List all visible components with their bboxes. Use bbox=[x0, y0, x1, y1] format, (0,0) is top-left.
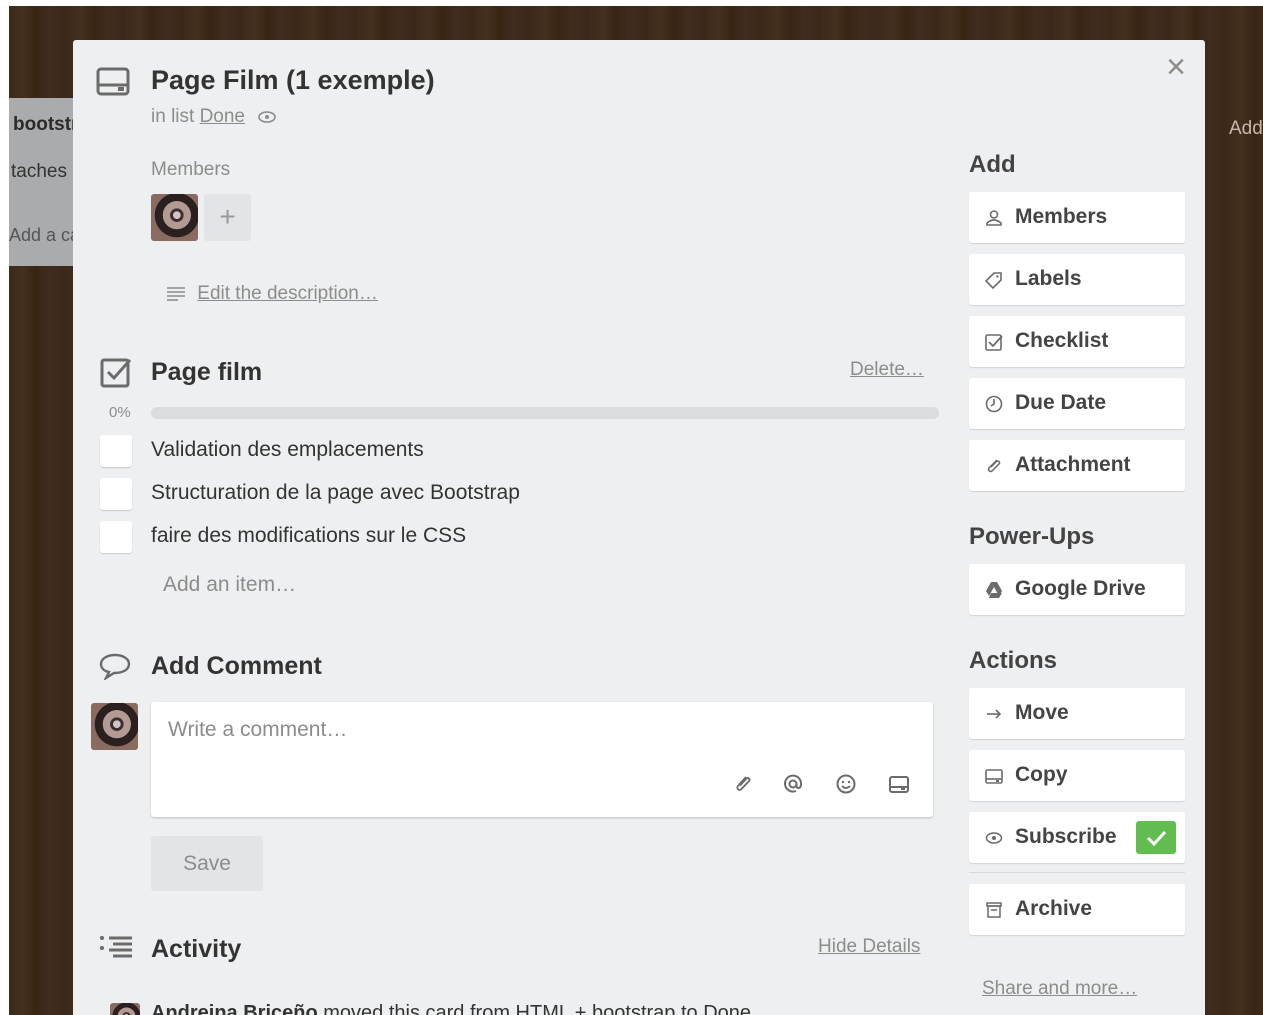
mention-icon[interactable] bbox=[781, 772, 805, 796]
activity-text: moved this card from HTML + bootstrap to… bbox=[317, 1002, 752, 1015]
card-icon bbox=[985, 769, 1003, 784]
edit-description-label: Edit the description… bbox=[197, 283, 378, 304]
clock-icon bbox=[985, 395, 1003, 413]
background-list-add-card: Add a card… bbox=[9, 225, 79, 245]
hide-details-link[interactable]: Hide Details bbox=[818, 936, 920, 958]
due-date-button[interactable]: Due Date bbox=[969, 378, 1185, 429]
checklist-item-checkbox[interactable] bbox=[100, 435, 132, 467]
add-checklist-item-button[interactable]: Add an item… bbox=[163, 573, 296, 597]
eye-icon bbox=[985, 832, 1003, 844]
list-link[interactable]: Done bbox=[200, 106, 245, 127]
move-button-label: Move bbox=[1015, 701, 1069, 724]
edit-description-link[interactable]: Edit the description… bbox=[166, 283, 378, 305]
attachment-icon[interactable] bbox=[731, 772, 755, 796]
avatar bbox=[91, 703, 138, 750]
description-icon bbox=[167, 287, 185, 301]
activity-title: Activity bbox=[151, 935, 242, 963]
close-icon[interactable]: × bbox=[1161, 50, 1191, 84]
eye-icon bbox=[258, 111, 277, 123]
card-detail-modal: × Page Film (1 exemple) in list Done Mem… bbox=[73, 40, 1205, 1015]
card-list-info: in list Done bbox=[151, 106, 277, 128]
due-date-button-label: Due Date bbox=[1015, 391, 1107, 414]
add-comment-title: Add Comment bbox=[151, 652, 322, 680]
background-list-card: taches bbox=[11, 161, 67, 182]
checklist-item: faire des modifications sur le CSS bbox=[100, 521, 930, 553]
copy-button[interactable]: Copy bbox=[969, 750, 1185, 801]
google-drive-button-label: Google Drive bbox=[1015, 577, 1146, 600]
subscribe-button-label: Subscribe bbox=[1015, 825, 1117, 848]
checklist-progress-bar bbox=[151, 407, 939, 419]
attachment-button[interactable]: Attachment bbox=[969, 440, 1185, 491]
comment-input[interactable]: Write a comment… bbox=[151, 702, 933, 817]
person-icon bbox=[986, 210, 1002, 226]
checklist-progress-percent: 0% bbox=[109, 404, 131, 421]
checklist-item-checkbox[interactable] bbox=[100, 521, 132, 553]
delete-checklist-link[interactable]: Delete… bbox=[850, 359, 924, 381]
archive-button[interactable]: Archive bbox=[969, 884, 1185, 935]
comment-icon bbox=[99, 653, 131, 680]
tag-icon bbox=[985, 272, 1002, 289]
checklist-item: Validation des emplacements bbox=[100, 435, 930, 467]
google-drive-button[interactable]: Google Drive bbox=[969, 564, 1185, 615]
card-icon bbox=[96, 67, 130, 96]
in-list-prefix: in list bbox=[151, 106, 195, 127]
background-add-list: Add bbox=[1229, 118, 1263, 139]
add-heading: Add bbox=[969, 151, 1016, 178]
activity-user[interactable]: Andreina Briceño bbox=[151, 1002, 318, 1015]
check-icon bbox=[1146, 830, 1167, 847]
checklist-title[interactable]: Page film bbox=[151, 358, 262, 387]
archive-button-label: Archive bbox=[1015, 897, 1093, 920]
attachment-button-label: Attachment bbox=[1015, 453, 1131, 476]
members-label: Members bbox=[151, 159, 231, 180]
background-list-title: bootstrap bbox=[13, 114, 79, 135]
card-title[interactable]: Page Film (1 exemple) bbox=[151, 65, 435, 96]
avatar bbox=[110, 1003, 140, 1015]
arrow-right-icon bbox=[987, 709, 1002, 719]
checklist-button[interactable]: Checklist bbox=[969, 316, 1185, 367]
labels-button-label: Labels bbox=[1015, 267, 1082, 290]
background-list: bootstrap taches Add a card… bbox=[9, 98, 79, 266]
members-button-label: Members bbox=[1015, 205, 1108, 228]
subscribe-button[interactable]: Subscribe bbox=[969, 812, 1185, 863]
checklist-button-label: Checklist bbox=[1015, 329, 1109, 352]
checklist-item-text[interactable]: faire des modifications sur le CSS bbox=[151, 524, 466, 548]
share-and-more-link[interactable]: Share and more… bbox=[982, 978, 1137, 1000]
paperclip-icon bbox=[987, 459, 1001, 473]
checklist-item-text[interactable]: Validation des emplacements bbox=[151, 438, 424, 462]
copy-button-label: Copy bbox=[1015, 763, 1068, 786]
activity-entry: Andreina Briceño moved this card from HT… bbox=[151, 1002, 751, 1015]
checklist-icon bbox=[100, 358, 132, 388]
checklist-item-checkbox[interactable] bbox=[100, 478, 132, 510]
subscribed-check-badge bbox=[1136, 821, 1176, 854]
checklist-icon bbox=[985, 334, 1003, 351]
actions-divider bbox=[969, 872, 1185, 873]
comment-placeholder: Write a comment… bbox=[168, 718, 348, 741]
labels-button[interactable]: Labels bbox=[969, 254, 1185, 305]
checklist-item: Structuration de la page avec Bootstrap bbox=[100, 478, 930, 510]
archive-icon bbox=[986, 902, 1002, 918]
card-icon[interactable] bbox=[887, 772, 911, 796]
emoji-icon[interactable] bbox=[834, 772, 858, 796]
checklist-item-text[interactable]: Structuration de la page avec Bootstrap bbox=[151, 481, 520, 505]
google-drive-icon bbox=[986, 582, 1002, 598]
members-button[interactable]: Members bbox=[969, 192, 1185, 243]
activity-icon bbox=[100, 936, 132, 958]
move-button[interactable]: Move bbox=[969, 688, 1185, 739]
add-member-button[interactable]: + bbox=[204, 194, 251, 241]
actions-heading: Actions bbox=[969, 647, 1058, 674]
save-comment-button[interactable]: Save bbox=[151, 836, 263, 891]
avatar[interactable] bbox=[151, 194, 198, 241]
powerups-heading: Power-Ups bbox=[969, 523, 1095, 550]
